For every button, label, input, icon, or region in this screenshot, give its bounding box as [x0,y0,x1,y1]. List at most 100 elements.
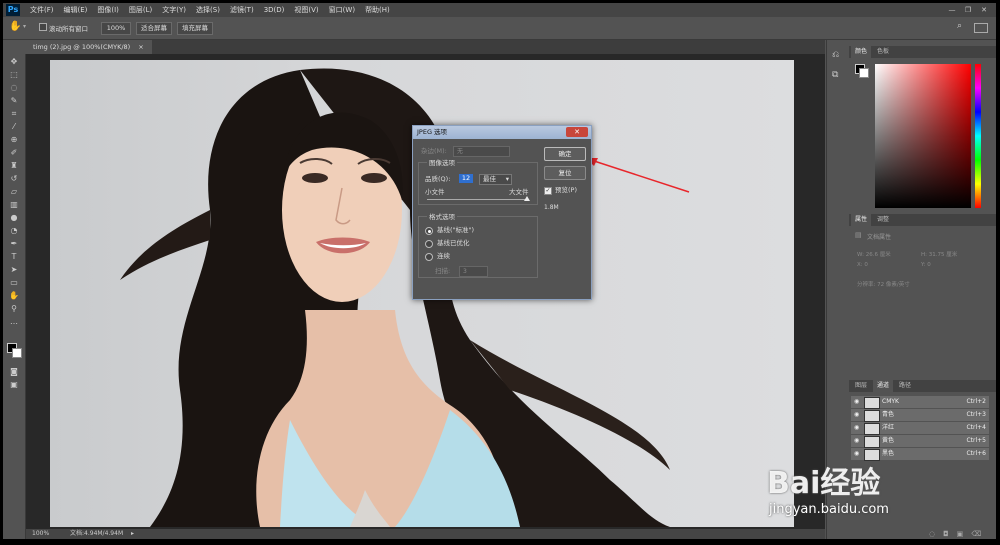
quality-slider-thumb[interactable] [524,196,530,201]
fill-screen-button[interactable]: 填充屏幕 [177,22,213,35]
channel-row[interactable]: ◉ 青色 Ctrl+3 [851,409,989,422]
tab-swatches[interactable]: 色板 [873,46,893,58]
preview-checkbox[interactable]: ✓ [544,187,552,195]
fit-screen-button[interactable]: 适合屏幕 [136,22,172,35]
menu-item[interactable]: 文字(Y) [157,3,191,17]
eye-icon[interactable]: ◉ [854,435,859,447]
menu-item[interactable]: 图像(I) [92,3,124,17]
tab-adjustments[interactable]: 调整 [873,214,893,226]
menu-list: 文件(F) 编辑(E) 图像(I) 图层(L) 文字(Y) 选择(S) 滤镜(T) 3D(D)… [25,3,395,17]
file-size-label: 1.8M [544,204,559,211]
hand-tool-icon[interactable]: ✋ [8,290,20,301]
color-picker-field[interactable] [875,64,971,208]
hue-slider[interactable] [975,64,981,208]
menu-item[interactable]: 文件(F) [25,3,59,17]
tab-channels[interactable]: 通道 [873,380,894,392]
ps-logo: Ps [6,4,20,16]
search-icon[interactable]: ⌕ [957,21,962,31]
workspace-icon[interactable] [974,23,988,33]
dodge-tool-icon[interactable]: ◔ [8,225,20,236]
channel-row[interactable]: ◉ 洋红 Ctrl+4 [851,422,989,435]
jpeg-options-dialog: JPEG 选项 ✕ 杂边(M): 无 图像选项 品质(Q): 12 最佳 ▾ 小… [412,125,592,300]
marquee-tool-icon[interactable]: ⬚ [8,69,20,80]
channel-name: 洋红 [882,424,895,431]
eraser-tool-icon[interactable]: ▱ [8,186,20,197]
tool-preset-chevron-icon[interactable]: ▾ [23,23,26,30]
blur-tool-icon[interactable]: ● [8,212,20,223]
photoshop-window: Ps 文件(F) 编辑(E) 图像(I) 图层(L) 文字(Y) 选择(S) 滤镜(T) 3D… [3,3,996,539]
status-bar: 100% 文档:4.94M/4.94M ▸ [26,529,825,539]
format-radio[interactable] [425,227,433,235]
menu-item[interactable]: 视图(V) [289,3,323,17]
history-icon[interactable]: ⎌ [832,50,839,60]
new-channel-icon[interactable]: ▣ [957,530,972,538]
path-select-icon[interactable]: ➤ [8,264,20,275]
quality-preset-select[interactable]: 最佳 ▾ [479,174,512,185]
scans-select[interactable]: 3 [459,266,488,277]
eye-icon[interactable]: ◉ [854,422,859,434]
eye-icon[interactable]: ◉ [854,409,859,421]
scroll-all-checkbox[interactable] [39,23,47,31]
format-radio[interactable] [425,253,433,261]
menu-item[interactable]: 窗口(W) [324,3,360,17]
screen-mode-icon[interactable]: ▣ [8,379,20,390]
channel-panel-actions: ◌◘▣⌫ [929,530,989,538]
healing-brush-icon[interactable]: ⊕ [8,134,20,145]
eyedropper-tool-icon[interactable]: ⁄ [8,121,20,132]
more-tools-icon[interactable]: … [8,316,20,327]
matte-select[interactable]: 无 [453,146,510,157]
reset-button[interactable]: 复位 [544,166,586,180]
dialog-close-button[interactable]: ✕ [566,127,588,137]
lasso-tool-icon[interactable]: ◌ [8,82,20,93]
delete-channel-icon[interactable]: ⌫ [971,530,989,538]
history-brush-icon[interactable]: ↺ [8,173,20,184]
gradient-tool-icon[interactable]: ▥ [8,199,20,210]
tab-paths[interactable]: 路径 [895,380,915,392]
menu-item[interactable]: 滤镜(T) [225,3,259,17]
channel-row[interactable]: ◉ CMYK Ctrl+2 [851,396,989,409]
properties-icon[interactable]: ⧉ [832,70,838,80]
status-arrow-icon[interactable]: ▸ [131,529,134,539]
menu-bar: Ps 文件(F) 编辑(E) 图像(I) 图层(L) 文字(Y) 选择(S) 滤镜(T) 3D… [3,3,996,17]
pen-tool-icon[interactable]: ✒ [8,238,20,249]
status-zoom[interactable]: 100% [32,529,49,539]
tab-layers[interactable]: 图层 [851,380,871,392]
channel-row[interactable]: ◉ 黄色 Ctrl+5 [851,435,989,448]
crop-tool-icon[interactable]: ⌗ [8,108,20,119]
quick-mask-icon[interactable]: ◙ [8,366,20,377]
menu-item[interactable]: 帮助(H) [360,3,395,17]
zoom-value-field[interactable]: 100% [101,22,131,35]
rectangle-tool-icon[interactable]: ▭ [8,277,20,288]
quality-slider-track[interactable] [427,199,527,200]
document-tab-close-icon[interactable]: × [138,43,143,51]
minimize-button[interactable]: — [944,3,960,17]
zoom-tool-icon[interactable]: ⚲ [8,303,20,314]
eye-icon[interactable]: ◉ [854,396,859,408]
tab-properties[interactable]: 属性 [851,214,872,226]
background-color-swatch[interactable] [12,348,22,358]
clone-stamp-icon[interactable]: ♜ [8,160,20,171]
baidu-jingyan-watermark: Bai经验 jingyan.baidu.com [763,458,988,528]
properties-x: X: 0 [857,262,868,268]
close-window-button[interactable]: ✕ [976,3,992,17]
brush-tool-icon[interactable]: ✐ [8,147,20,158]
load-channel-icon[interactable]: ◌ [929,530,943,538]
color-background-swatch[interactable] [859,68,869,78]
quick-select-tool-icon[interactable]: ✎ [8,95,20,106]
menu-item[interactable]: 图层(L) [124,3,157,17]
hand-tool-icon[interactable]: ✋ [9,21,21,32]
move-tool-icon[interactable]: ✥ [8,56,20,67]
menu-item[interactable]: 3D(D) [259,3,290,17]
document-tab[interactable]: timg (2).jpg @ 100%(CMYK/8) × [25,40,152,54]
menu-item[interactable]: 选择(S) [191,3,225,17]
quality-input[interactable]: 12 [459,174,473,183]
channel-thumbnail [864,410,880,422]
save-selection-icon[interactable]: ◘ [943,530,957,538]
ok-button[interactable]: 确定 [544,147,586,161]
type-tool-icon[interactable]: T [8,251,20,262]
format-radio[interactable] [425,240,433,248]
menu-item[interactable]: 编辑(E) [59,3,93,17]
tab-color[interactable]: 颜色 [851,46,872,58]
restore-button[interactable]: ❐ [960,3,976,17]
dialog-titlebar[interactable]: JPEG 选项 ✕ [413,126,591,139]
